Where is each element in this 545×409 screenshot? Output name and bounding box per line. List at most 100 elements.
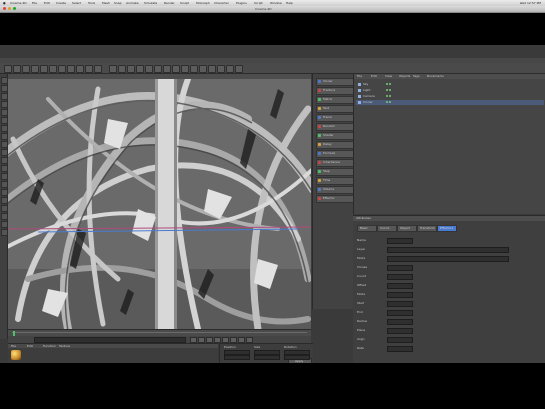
- toolbar-tool-icon[interactable]: [76, 65, 84, 73]
- close-window-button[interactable]: [3, 7, 6, 10]
- material-manager-menu-item[interactable]: Edit: [27, 344, 33, 348]
- material-manager-menu-item[interactable]: Texture: [59, 344, 70, 348]
- attribute-tab[interactable]: Transform: [417, 225, 437, 232]
- visibility-dot-icon[interactable]: [386, 101, 388, 103]
- toolbar-tool-icon[interactable]: [22, 65, 30, 73]
- toolbar-tool-icon[interactable]: [226, 65, 234, 73]
- mode-tool-icon[interactable]: [1, 229, 8, 236]
- mac-menu-item[interactable]: MoGraph: [196, 1, 210, 5]
- mode-tool-icon[interactable]: [1, 165, 8, 172]
- toolbar-tool-icon[interactable]: [163, 65, 171, 73]
- object-row[interactable]: Sky: [356, 82, 544, 87]
- mode-tool-icon[interactable]: [1, 213, 8, 220]
- mograph-tool-item[interactable]: Text: [316, 105, 354, 113]
- visibility-dot-icon[interactable]: [386, 83, 388, 85]
- object-row[interactable]: Cloner: [356, 100, 544, 105]
- mode-tool-icon[interactable]: [1, 197, 8, 204]
- material-manager-menu-item[interactable]: File: [11, 344, 16, 348]
- toolbar-tool-icon[interactable]: [199, 65, 207, 73]
- material-swatch[interactable]: [11, 350, 21, 360]
- attribute-field[interactable]: [387, 319, 413, 325]
- mode-tool-icon[interactable]: [1, 133, 8, 140]
- visibility-dot-icon[interactable]: [386, 95, 388, 97]
- toolbar-tool-icon[interactable]: [85, 65, 93, 73]
- mograph-tool-item[interactable]: Delay: [316, 141, 354, 149]
- mode-tool-icon[interactable]: [1, 149, 8, 156]
- mac-menu-item[interactable]: Script: [254, 1, 263, 5]
- mac-menu-item[interactable]: Character: [214, 1, 229, 5]
- attribute-field[interactable]: [387, 256, 509, 262]
- mac-menu-item[interactable]: Simulate: [144, 1, 157, 5]
- mode-tool-icon[interactable]: [1, 85, 8, 92]
- mograph-tool-item[interactable]: Cloner: [316, 78, 354, 86]
- attribute-field[interactable]: [387, 346, 413, 352]
- mac-menu-item[interactable]: Help: [286, 1, 293, 5]
- object-manager-menu-item[interactable]: Objects: [399, 74, 410, 78]
- mograph-tool-item[interactable]: Volume: [316, 186, 354, 194]
- mograph-tool-item[interactable]: Formula: [316, 150, 354, 158]
- mograph-tool-item[interactable]: Random: [316, 123, 354, 131]
- attribute-field[interactable]: [387, 328, 413, 334]
- toolbar-tool-icon[interactable]: [4, 65, 12, 73]
- mac-menu-item[interactable]: Cinema 4D: [10, 1, 27, 5]
- object-manager-menu-item[interactable]: File: [357, 74, 362, 78]
- visibility-dot-icon[interactable]: [386, 89, 388, 91]
- toolbar-tool-icon[interactable]: [136, 65, 144, 73]
- object-manager-menu-item[interactable]: Edit: [371, 74, 377, 78]
- mograph-tool-item[interactable]: Tracer: [316, 114, 354, 122]
- minimize-window-button[interactable]: [8, 7, 11, 10]
- mograph-tool-item[interactable]: Matrix: [316, 96, 354, 104]
- mac-menu-item[interactable]: Animate: [126, 1, 139, 5]
- mode-tool-icon[interactable]: [1, 173, 8, 180]
- mograph-tool-item[interactable]: Shader: [316, 132, 354, 140]
- attribute-field[interactable]: [387, 337, 413, 343]
- toolbar-tool-icon[interactable]: [127, 65, 135, 73]
- attribute-field[interactable]: [387, 247, 509, 253]
- coordinate-field[interactable]: [284, 355, 310, 360]
- object-row[interactable]: Camera: [356, 94, 544, 99]
- mode-tool-icon[interactable]: [1, 109, 8, 116]
- coordinate-field[interactable]: [224, 355, 250, 360]
- attribute-tab[interactable]: Object: [397, 225, 417, 232]
- attribute-tab[interactable]: Effectors: [437, 225, 457, 232]
- toolbar-tool-icon[interactable]: [154, 65, 162, 73]
- mode-tool-icon[interactable]: [1, 189, 8, 196]
- toolbar-tool-icon[interactable]: [31, 65, 39, 73]
- render-dot-icon[interactable]: [389, 89, 391, 91]
- attribute-tab[interactable]: Coord.: [377, 225, 397, 232]
- toolbar-tool-icon[interactable]: [94, 65, 102, 73]
- attribute-field[interactable]: [387, 274, 413, 280]
- mode-tool-icon[interactable]: [1, 125, 8, 132]
- object-manager-menu-item[interactable]: Bookmarks: [427, 74, 444, 78]
- toolbar-tool-icon[interactable]: [49, 65, 57, 73]
- mograph-tool-item[interactable]: Step: [316, 168, 354, 176]
- mac-menu-item[interactable]: Window: [270, 1, 282, 5]
- mac-menu-item[interactable]: Mesh: [102, 1, 110, 5]
- toolbar-tool-icon[interactable]: [208, 65, 216, 73]
- mac-menu-item[interactable]: Select: [72, 1, 81, 5]
- mac-menu-item[interactable]: Sculpt: [180, 1, 189, 5]
- toolbar-tool-icon[interactable]: [145, 65, 153, 73]
- toolbar-tool-icon[interactable]: [13, 65, 21, 73]
- mac-menu-item[interactable]: Tools: [88, 1, 95, 5]
- object-manager-menu-item[interactable]: View: [385, 74, 392, 78]
- toolbar-tool-icon[interactable]: [40, 65, 48, 73]
- object-row[interactable]: Light: [356, 88, 544, 93]
- mac-menu-item[interactable]: Plugins: [236, 1, 247, 5]
- toolbar-tool-icon[interactable]: [109, 65, 117, 73]
- attribute-field[interactable]: [387, 310, 413, 316]
- toolbar-tool-icon[interactable]: [235, 65, 243, 73]
- object-manager-menu-item[interactable]: Tags: [413, 74, 420, 78]
- mode-tool-icon[interactable]: [1, 77, 8, 84]
- attribute-field[interactable]: [387, 283, 413, 289]
- zoom-window-button[interactable]: [13, 7, 16, 10]
- mograph-tool-item[interactable]: Inheritance: [316, 159, 354, 167]
- 3d-viewport[interactable]: [8, 79, 311, 329]
- mograph-tool-item[interactable]: Fracture: [316, 87, 354, 95]
- mograph-tool-item[interactable]: Effector: [316, 195, 354, 203]
- attribute-field[interactable]: [387, 238, 413, 244]
- toolbar-tool-icon[interactable]: [172, 65, 180, 73]
- mode-tool-icon[interactable]: [1, 181, 8, 188]
- toolbar-tool-icon[interactable]: [58, 65, 66, 73]
- attribute-field[interactable]: [387, 292, 413, 298]
